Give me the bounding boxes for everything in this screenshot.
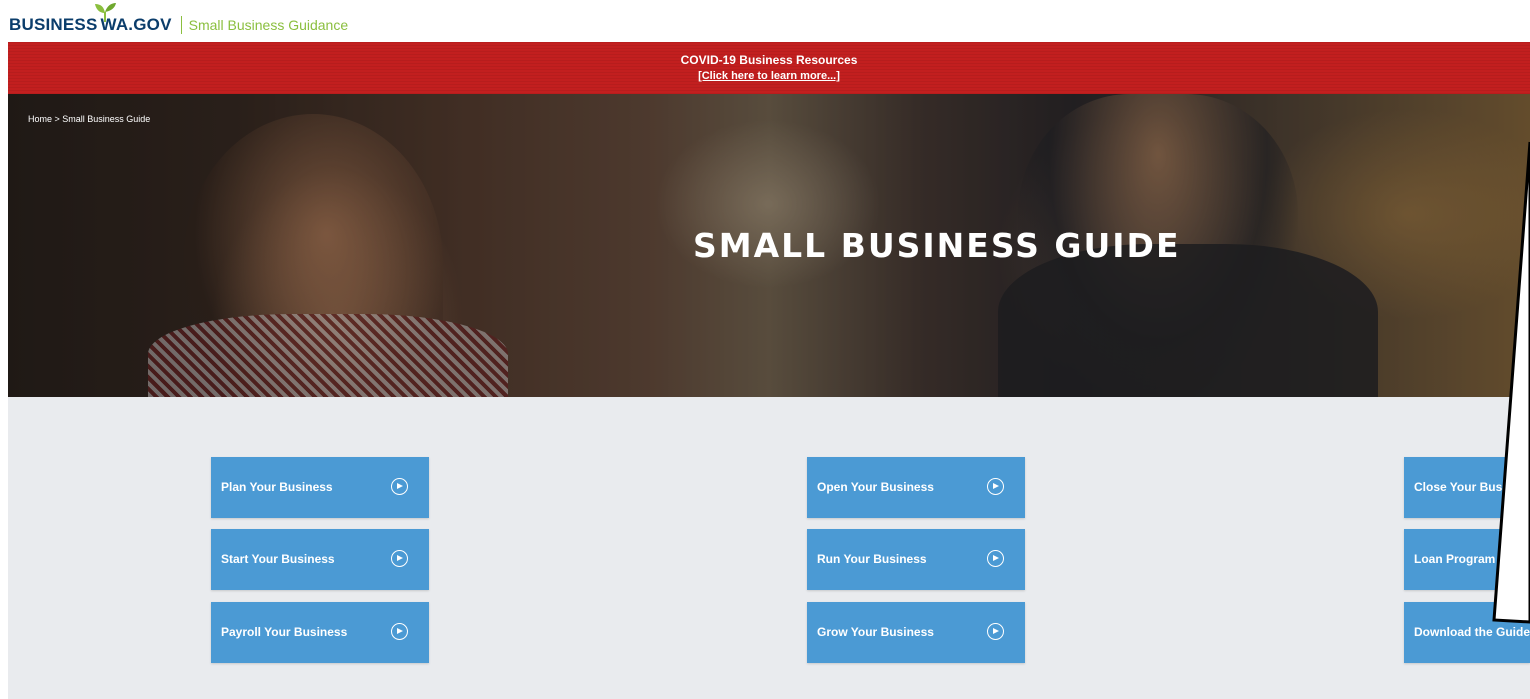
play-circle-icon (987, 623, 1004, 640)
breadcrumb[interactable]: Home > Small Business Guide (28, 114, 150, 124)
close-your-business-button[interactable]: Close Your Bus (1404, 457, 1530, 518)
logo-divider (180, 16, 182, 34)
button-label: Open Your Business (817, 480, 934, 494)
start-your-business-button[interactable]: Start Your Business (211, 529, 429, 590)
button-label: Grow Your Business (817, 625, 934, 639)
button-label: Close Your Bus (1414, 480, 1503, 494)
logo-tagline: Small Business Guidance (188, 17, 349, 33)
button-label: Loan Program (1414, 552, 1496, 566)
loan-programs-button[interactable]: Loan Program (1404, 529, 1530, 590)
button-label: Run Your Business (817, 552, 927, 566)
site-header: BUSINESS WA.GOV Small Business Guidance (0, 0, 1530, 42)
payroll-your-business-button[interactable]: Payroll Your Business (211, 602, 429, 663)
button-label: Plan Your Business (221, 480, 333, 494)
hero-banner: Home > Small Business Guide SMALL BUSINE… (8, 94, 1530, 397)
open-your-business-button[interactable]: Open Your Business (807, 457, 1025, 518)
play-circle-icon (391, 550, 408, 567)
site-logo[interactable]: BUSINESS WA.GOV Small Business Guidance (9, 3, 349, 38)
run-your-business-button[interactable]: Run Your Business (807, 529, 1025, 590)
play-circle-icon (391, 623, 408, 640)
logo-business-text: BUSINESS (9, 15, 98, 34)
covid-learn-more-link[interactable]: [Click here to learn more...] (8, 70, 1530, 82)
sprout-icon (95, 3, 116, 22)
guide-section: Plan Your Business Start Your Business P… (8, 397, 1530, 699)
page-title: SMALL BUSINESS GUIDE (693, 226, 1181, 265)
button-label: Payroll Your Business (221, 625, 348, 639)
plan-your-business-button[interactable]: Plan Your Business (211, 457, 429, 518)
covid-banner: COVID-19 Business Resources [Click here … (8, 42, 1530, 94)
covid-banner-title: COVID-19 Business Resources (680, 53, 858, 67)
grow-your-business-button[interactable]: Grow Your Business (807, 602, 1025, 663)
download-the-guide-button[interactable]: Download the Guide (1404, 602, 1530, 663)
play-circle-icon (391, 478, 408, 495)
play-circle-icon (987, 478, 1004, 495)
button-label: Download the Guide (1414, 625, 1530, 639)
button-label: Start Your Business (221, 552, 335, 566)
play-circle-icon (987, 550, 1004, 567)
